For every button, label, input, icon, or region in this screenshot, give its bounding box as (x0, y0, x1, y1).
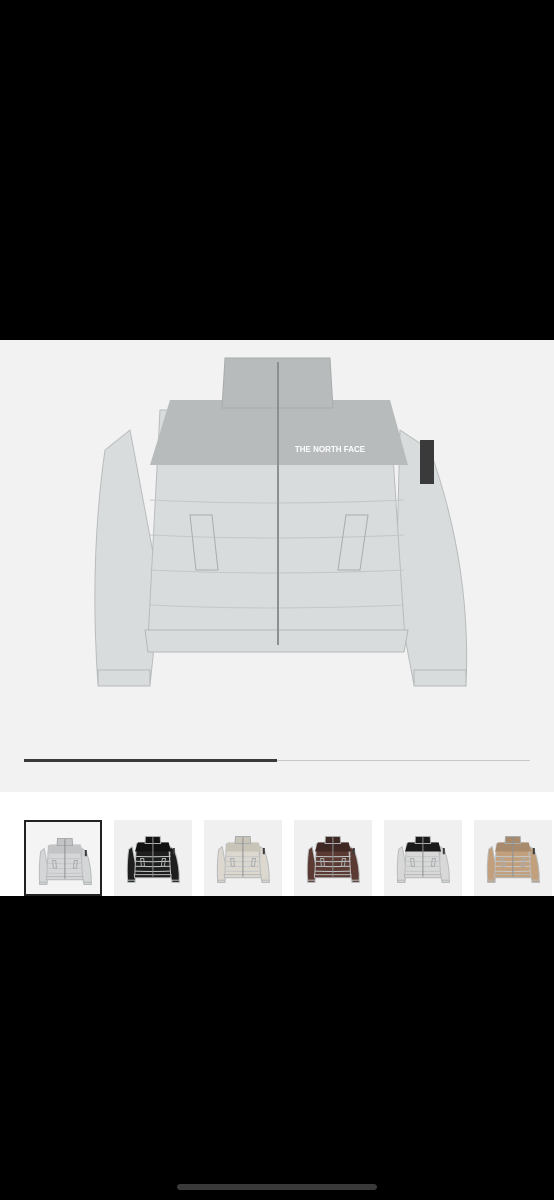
thumbnail-black[interactable] (114, 820, 192, 896)
main-product-image[interactable]: THE NORTH FACE (0, 340, 554, 792)
jacket-thumbnail-icon (486, 836, 540, 883)
jacket-thumbnail-icon (126, 836, 180, 883)
jacket-thumbnail-icon (38, 838, 92, 885)
home-indicator[interactable] (177, 1184, 377, 1190)
jacket-thumbnail-icon (396, 836, 450, 883)
thumbnail-brown[interactable] (294, 820, 372, 896)
thumbnail-strip[interactable] (0, 810, 554, 896)
carousel-progress-fill (24, 759, 277, 762)
product-gallery: THE NORTH FACE (0, 340, 554, 896)
jacket-thumbnail-icon (306, 836, 360, 883)
thumbnail-light-grey[interactable] (24, 820, 102, 896)
thumbnail-cream[interactable] (204, 820, 282, 896)
carousel-progress-track[interactable] (24, 759, 530, 762)
thumbnail-silver-black[interactable] (384, 820, 462, 896)
svg-text:THE NORTH FACE: THE NORTH FACE (295, 445, 366, 454)
thumbnail-tan[interactable] (474, 820, 552, 896)
jacket-thumbnail-icon (216, 836, 270, 883)
puffer-jacket-image: THE NORTH FACE (94, 357, 468, 687)
